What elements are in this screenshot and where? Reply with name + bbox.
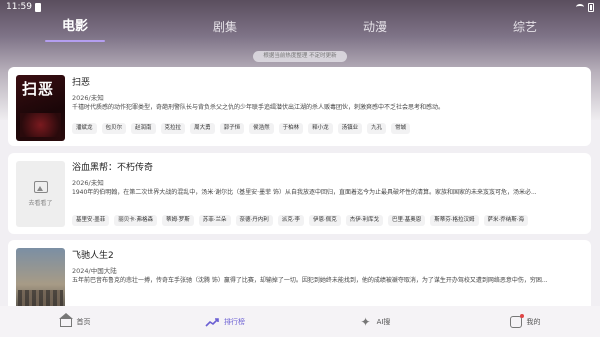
cast-chip[interactable]: 赵润南 — [131, 123, 156, 134]
nav-ranking[interactable]: 排行榜 — [150, 306, 300, 337]
trend-icon — [205, 317, 219, 327]
cast-chip[interactable]: 汤镇业 — [337, 123, 363, 134]
cast-chip[interactable]: 苏菲·兰朵 — [198, 215, 231, 226]
placeholder-text: 去看看了 — [28, 200, 53, 207]
cast-chip[interactable]: 克拉拉 — [160, 123, 186, 134]
app-indicator-icon — [34, 2, 41, 12]
cast-chip[interactable]: 巴里·基奥恩 — [388, 215, 426, 226]
tab-movies[interactable]: 电影 — [0, 16, 150, 40]
card-title: 扫恶 — [72, 78, 91, 88]
cast-chip[interactable]: 萨米·乔纳斯·海 — [483, 215, 528, 226]
update-notice: 根据当前热度整理 不定时更新 — [253, 51, 347, 62]
card-description: 1940年的伯明翰，在第二次世界大战的混乱中，汤米·谢尔比（基里安·墨菲 饰）从… — [72, 189, 537, 196]
nav-ai-search[interactable]: ✦ AI搜 — [300, 306, 450, 337]
cast-chip[interactable]: 九孔 — [367, 123, 387, 134]
cast-chip[interactable]: 潘斌龙 — [72, 123, 97, 134]
tab-series[interactable]: 剧集 — [150, 16, 300, 40]
image-placeholder-icon — [33, 181, 48, 193]
ranking-card[interactable]: 去看看了 浴血黑帮：不朽传奇 2026/未知 1940年的伯明翰，在第二次世界大… — [8, 153, 591, 234]
cast-chip[interactable]: 包贝尔 — [101, 123, 127, 134]
nav-home[interactable]: 首页 — [0, 306, 150, 337]
card-meta: 2026/未知 — [72, 94, 104, 102]
nav-profile[interactable]: 我的 — [450, 306, 600, 337]
card-title: 飞驰人生2 — [72, 251, 114, 261]
cast-chip[interactable]: 奈德·丹内利 — [235, 215, 273, 226]
ranking-card[interactable]: 扫恶 扫恶 2026/未知 千禧时代质感的动作犯罪类型，奇葩刑警队长与背负杀父之… — [8, 67, 591, 146]
status-bar: 11:59 — [0, 0, 600, 14]
poster-art — [18, 290, 63, 306]
nav-ranking-label: 排行榜 — [224, 317, 245, 326]
status-time: 11:59 — [6, 2, 32, 12]
notification-dot — [519, 313, 524, 318]
poster-image[interactable]: 扫恶 — [16, 75, 65, 141]
cast-chip[interactable]: 杰伊·利库戈 — [345, 215, 383, 226]
bottom-nav: 首页 排行榜 ✦ AI搜 我的 — [0, 306, 600, 337]
poster-art — [20, 113, 61, 137]
card-description: 五年前巴音布鲁克的悲壮一搏，传奇车手张驰（沈腾 饰）赢得了比赛，却输掉了一切。因… — [72, 277, 548, 284]
nav-home-label: 首页 — [76, 317, 91, 326]
card-meta: 2024/中国大陆 — [72, 267, 117, 275]
poster-image[interactable] — [16, 248, 65, 306]
cast-chip[interactable]: 蒂姆·罗斯 — [162, 215, 194, 226]
poster-title: 扫恶 — [22, 80, 55, 98]
card-title: 浴血黑帮：不朽传奇 — [72, 163, 154, 173]
poster-placeholder[interactable]: 去看看了 — [16, 161, 65, 227]
cast-chip[interactable]: 释小龙 — [308, 123, 333, 134]
tab-anime[interactable]: 动漫 — [300, 16, 450, 40]
card-description: 千禧时代质感的动作犯罪类型，奇葩刑警队长与背负杀父之仇的少年联手追缉潜伏出江湖的… — [72, 104, 445, 111]
sparkle-icon: ✦ — [360, 314, 371, 329]
nav-profile-label: 我的 — [526, 317, 541, 326]
home-icon — [58, 313, 73, 327]
tab-variety[interactable]: 综艺 — [450, 16, 600, 40]
wifi-icon — [576, 4, 584, 10]
cast-chip[interactable]: 伊恩·佩克 — [309, 215, 341, 226]
battery-icon — [588, 2, 594, 12]
cast-chip[interactable]: 于柏林 — [278, 123, 304, 134]
profile-icon — [509, 313, 524, 328]
cast-chip[interactable]: 斯蒂芬·格拉汉姆 — [430, 215, 479, 226]
cast-chip[interactable]: 常城 — [391, 123, 411, 134]
card-meta: 2026/未知 — [72, 179, 104, 187]
cast-chip[interactable]: 周大勇 — [190, 123, 215, 134]
cast-chip[interactable]: 派克·李 — [277, 215, 304, 226]
cast-chip[interactable]: 郭子恒 — [219, 123, 245, 134]
ranking-card[interactable]: 飞驰人生2 2024/中国大陆 五年前巴音布鲁克的悲壮一搏，传奇车手张驰（沈腾 … — [8, 240, 591, 306]
cast-chip[interactable]: 侯浩然 — [249, 123, 274, 134]
cast-chip[interactable]: 基里安·墨菲 — [72, 215, 110, 226]
cast-chip[interactable]: 丽贝卡·弗格森 — [114, 215, 157, 226]
category-tabs: 电影 剧集 动漫 综艺 — [0, 16, 600, 40]
cast-chips: 潘斌龙 包贝尔 赵润南 克拉拉 周大勇 郭子恒 侯浩然 于柏林 释小龙 汤镇业 … — [72, 123, 411, 134]
nav-ai-label: AI搜 — [376, 317, 391, 326]
cast-chips: 基里安·墨菲 丽贝卡·弗格森 蒂姆·罗斯 苏菲·兰朵 奈德·丹内利 派克·李 伊… — [72, 215, 528, 226]
